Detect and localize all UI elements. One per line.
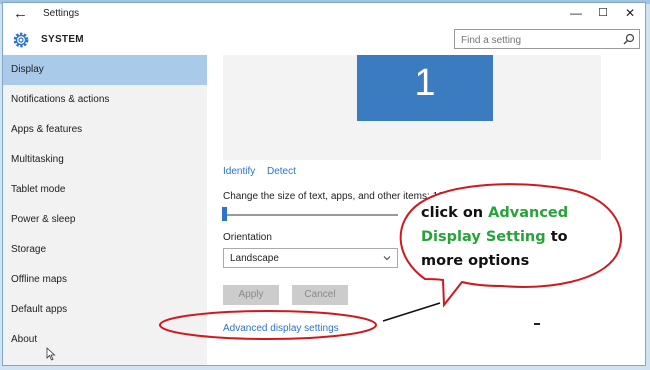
callout-line-1-highlight: Advanced <box>488 205 569 221</box>
callout-line-1: click on Advanced <box>421 205 568 221</box>
callout-line-3: more options <box>421 253 530 269</box>
mouse-cursor-icon <box>46 347 56 361</box>
callout-line-2-highlight: Display Setting <box>421 229 546 245</box>
dash-mark <box>534 323 540 325</box>
pointer-line <box>382 302 441 322</box>
callout-line-2-suffix: to <box>545 229 568 245</box>
annotation-overlay <box>159 183 623 340</box>
callout-line-1-prefix: click on <box>421 205 489 221</box>
callout-line-2: Display Setting to <box>421 229 568 245</box>
highlight-ellipse <box>159 310 377 340</box>
